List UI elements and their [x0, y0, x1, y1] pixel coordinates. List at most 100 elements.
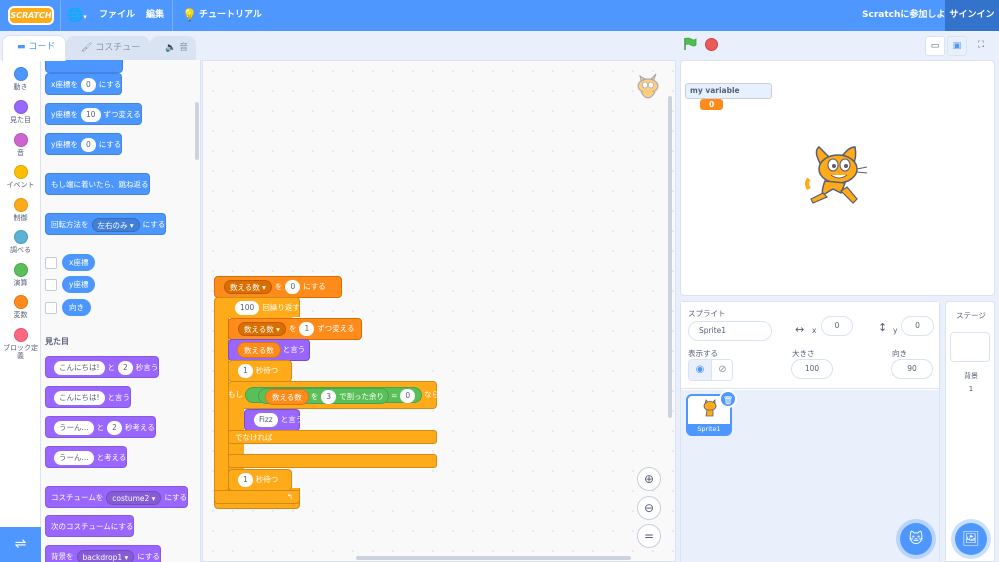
think-block[interactable]: うーん... と考える	[45, 446, 128, 468]
zoom-reset-button[interactable]: =	[637, 524, 661, 548]
add-extension-button[interactable]: ⇌	[0, 527, 41, 562]
fullscreen-icon: ⛶	[977, 40, 985, 50]
bounce-block[interactable]: もし端に着いたら、跳ね返る	[45, 173, 150, 195]
block-input[interactable]: 1	[238, 473, 253, 487]
category-operators[interactable]: 演算	[0, 259, 41, 292]
block-input[interactable]: うーん...	[54, 421, 94, 435]
block-input[interactable]: 2	[107, 421, 122, 435]
small-stage-button[interactable]: ▭	[925, 36, 945, 56]
category-variables[interactable]: 変数	[0, 291, 41, 324]
zoom-in-button[interactable]: ⊕	[637, 467, 661, 491]
tab-code[interactable]: ▬ コード	[2, 35, 66, 61]
equals-operator[interactable]: 数える数を 3 で割った余り = 0	[245, 387, 423, 405]
say-fizz-block[interactable]: Fizz と言う	[244, 409, 303, 431]
set-variable-block[interactable]: 数える数 ▾ を 0 にする	[214, 276, 342, 298]
tab-sound[interactable]: 🔈 音	[150, 36, 196, 60]
say-block[interactable]: 数える数 と言う	[228, 339, 310, 361]
set-x-block[interactable]: x座標を 0 にする	[45, 73, 123, 95]
code-icon: ▬	[17, 42, 29, 52]
category-events[interactable]: イベント	[0, 161, 41, 194]
fullscreen-button[interactable]: ⛶	[971, 36, 991, 56]
y-position-field[interactable]: 0	[901, 316, 934, 336]
globe-icon[interactable]: 🌐▾	[67, 0, 87, 31]
choose-backdrop-button[interactable]: 🖼	[955, 523, 987, 555]
join-scratch-link[interactable]: Scratchに参加しよう	[862, 0, 954, 31]
sprite-name-field[interactable]: Sprite1	[688, 321, 772, 341]
wait-block[interactable]: 1 秒待つ	[228, 469, 292, 491]
block-input[interactable]: Fizz	[254, 413, 278, 427]
block-input[interactable]: 0	[80, 138, 96, 152]
x-position-reporter[interactable]: x座標	[62, 254, 96, 271]
variable-reporter[interactable]: 数える数	[265, 389, 309, 405]
edit-menu[interactable]: 編集	[146, 0, 164, 31]
show-eye-icon[interactable]: ◉	[689, 360, 711, 380]
stage-thumbnail[interactable]	[950, 332, 990, 362]
category-control[interactable]: 制御	[0, 194, 41, 227]
wait-block[interactable]: 1 秒待つ	[228, 360, 292, 382]
green-flag-icon[interactable]	[683, 37, 697, 51]
category-sensing[interactable]: 調べる	[0, 226, 41, 259]
say-block[interactable]: こんにちは! と言う	[45, 386, 132, 408]
block-input[interactable]: 3	[321, 390, 337, 404]
switch-backdrop-block[interactable]: 背景を backdrop1 ▾ にする	[45, 545, 161, 562]
file-menu[interactable]: ファイル	[99, 0, 135, 31]
choose-sprite-button[interactable]: 🐱	[900, 523, 932, 555]
block-input[interactable]: 0	[80, 78, 96, 92]
variable-monitor[interactable]: my variable 0	[685, 83, 772, 110]
y-position-reporter[interactable]: y座標	[62, 276, 96, 293]
large-stage-button[interactable]: ▣	[947, 36, 967, 56]
hide-eye-icon[interactable]: ⊘	[711, 360, 732, 380]
block-input[interactable]: 1	[238, 364, 253, 378]
script-vertical-scrollbar[interactable]	[668, 96, 672, 418]
delete-sprite-button[interactable]: 🗑	[719, 390, 737, 408]
x-monitor-checkbox[interactable]	[45, 257, 57, 269]
direction-reporter[interactable]: 向き	[62, 299, 91, 316]
tab-costume[interactable]: 🖌 コスチューム	[66, 36, 150, 75]
backdrop-dropdown[interactable]: backdrop1 ▾	[76, 550, 135, 562]
block-input[interactable]: 0	[285, 280, 301, 294]
block-input[interactable]: 100	[235, 301, 260, 315]
say-for-secs-block[interactable]: こんにちは! と 2 秒言う	[45, 356, 160, 378]
lightbulb-icon: 💡	[182, 8, 197, 22]
category-sound[interactable]: 音	[0, 129, 41, 162]
category-motion[interactable]: 動き	[0, 63, 41, 96]
mod-operator[interactable]: 数える数を 3 で割った余り	[258, 388, 390, 405]
change-variable-block[interactable]: 数える数 ▾ を 1 ずつ変える	[228, 318, 362, 340]
block-input[interactable]: こんにちは!	[54, 391, 105, 405]
script-horizontal-scrollbar[interactable]	[356, 556, 631, 560]
variable-dropdown[interactable]: 数える数 ▾	[224, 280, 272, 294]
direction-monitor-checkbox[interactable]	[45, 302, 57, 314]
signin-button[interactable]: サインイン	[945, 0, 999, 31]
y-monitor-checkbox[interactable]	[45, 279, 57, 291]
rotation-dropdown[interactable]: 左右のみ ▾	[91, 218, 140, 232]
category-looks[interactable]: 見た目	[0, 96, 41, 129]
variable-reporter[interactable]: 数える数	[237, 342, 281, 358]
block-input[interactable]: うーん...	[54, 451, 94, 465]
scratch-logo[interactable]: SCRATCH	[8, 6, 54, 25]
cat-sprite[interactable]	[803, 143, 869, 213]
category-my-blocks[interactable]: ブロック定義	[0, 324, 41, 364]
next-costume-block[interactable]: 次のコスチュームにする	[45, 515, 135, 537]
variable-dropdown[interactable]: 数える数 ▾	[238, 322, 286, 336]
x-position-field[interactable]: 0	[821, 316, 853, 336]
rotation-style-block[interactable]: 回転方法を 左右のみ ▾ にする	[45, 213, 167, 235]
change-y-block[interactable]: y座標を 10 ずつ変える	[45, 103, 142, 125]
direction-field[interactable]: 90	[891, 359, 933, 379]
block-input[interactable]: 1	[299, 322, 315, 336]
palette-scrollbar[interactable]	[195, 102, 199, 160]
block-input[interactable]: こんにちは!	[54, 361, 105, 375]
size-field[interactable]: 100	[791, 359, 833, 379]
block-text: ずつ変える	[103, 110, 141, 119]
tutorial-menu[interactable]: チュートリアル	[199, 0, 262, 31]
switch-costume-block[interactable]: コスチュームを costume2 ▾ にする	[45, 486, 189, 508]
costume-dropdown[interactable]: costume2 ▾	[106, 491, 162, 505]
set-y-block[interactable]: y座標を 0 にする	[45, 133, 123, 155]
repeat-footer: ↰	[214, 490, 300, 504]
stop-icon[interactable]	[705, 38, 718, 51]
motion-block[interactable]	[45, 60, 123, 73]
block-input[interactable]: 10	[80, 108, 101, 122]
block-input[interactable]: 0	[400, 389, 416, 403]
zoom-out-button[interactable]: ⊖	[637, 496, 661, 520]
block-input[interactable]: 2	[118, 361, 133, 375]
think-for-secs-block[interactable]: うーん... と 2 秒考える	[45, 416, 156, 438]
